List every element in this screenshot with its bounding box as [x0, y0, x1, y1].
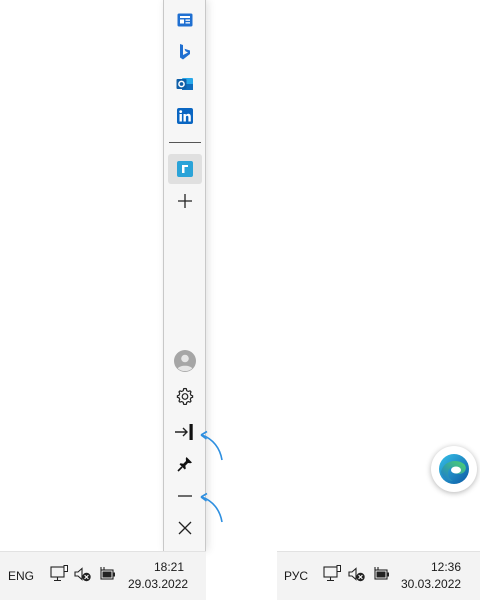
volume-muted-icon[interactable] [74, 565, 92, 588]
battery-charging-icon[interactable] [98, 565, 116, 588]
profile-icon[interactable] [168, 346, 202, 376]
bing-icon[interactable] [168, 37, 202, 67]
sidebar-divider [169, 142, 201, 143]
edge-sidebar [163, 0, 206, 551]
language-indicator[interactable]: РУС [284, 569, 308, 583]
clock[interactable]: 12:36 30.03.2022 [401, 559, 461, 593]
taskbar-right: РУС 12:36 30.03.2022 [277, 551, 480, 600]
pin-icon[interactable] [168, 449, 202, 479]
edge-logo-icon[interactable] [431, 446, 477, 492]
reader-app-icon[interactable] [168, 154, 202, 184]
linkedin-icon[interactable] [168, 101, 202, 131]
battery-charging-icon[interactable] [372, 565, 390, 588]
taskbar-left: ENG 18:21 29.03.2022 [0, 551, 206, 600]
language-indicator[interactable]: ENG [8, 569, 34, 583]
clock-time: 18:21 [153, 560, 184, 574]
annotation-arrow-collapse [200, 430, 223, 461]
clock-date: 29.03.2022 [128, 577, 189, 591]
network-icon[interactable] [50, 565, 68, 588]
clock[interactable]: 18:21 29.03.2022 [128, 559, 189, 593]
outlook-icon[interactable] [168, 69, 202, 99]
collapse-panel-icon[interactable] [168, 417, 202, 447]
network-icon[interactable] [323, 565, 341, 588]
news-icon[interactable] [168, 5, 202, 35]
screenshot-page: ENG 18:21 29.03.2022 РУС 12:36 30.03.202… [0, 0, 480, 600]
settings-gear-icon[interactable] [168, 381, 202, 411]
close-icon[interactable] [168, 513, 202, 543]
volume-muted-icon[interactable] [348, 565, 366, 588]
clock-date: 30.03.2022 [401, 577, 462, 591]
add-icon[interactable] [168, 186, 202, 216]
minimize-icon[interactable] [168, 481, 202, 511]
clock-time: 12:36 [430, 560, 461, 574]
annotation-arrow-minimize [200, 492, 223, 523]
